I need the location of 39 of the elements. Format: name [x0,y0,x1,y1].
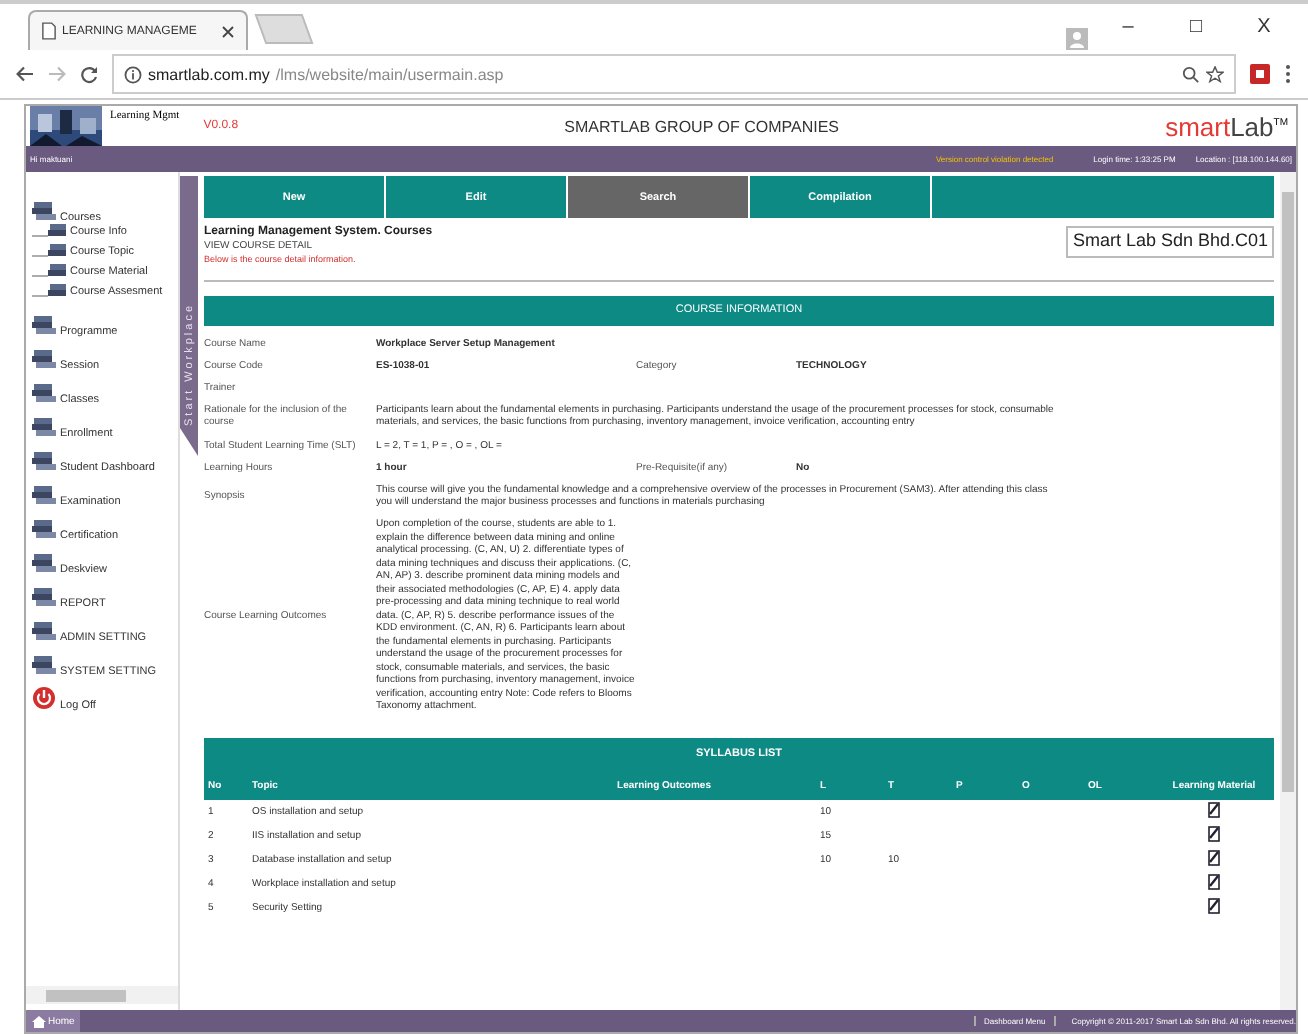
books-icon [32,284,68,300]
books-icon [32,654,56,676]
menu-icon[interactable] [1284,64,1292,84]
close-icon[interactable] [222,25,234,37]
books-icon [32,416,56,438]
power-icon [32,686,56,710]
document-icon[interactable] [1208,897,1220,914]
books-icon [32,382,56,404]
books-icon [32,518,56,540]
window-button[interactable]: X [1236,16,1292,38]
document-icon[interactable] [1208,801,1220,818]
info-icon [124,65,142,83]
books-icon [32,264,68,280]
books-icon [32,620,56,642]
home-icon [32,1015,46,1027]
company-label: Smart Lab Sdn Bhd.C01 [1066,226,1274,258]
company-title: SMARTLAB GROUP OF COMPANIES [564,117,839,135]
books-icon [32,450,56,472]
books-icon [32,552,56,574]
star-icon[interactable] [1206,65,1224,83]
document-icon[interactable] [1208,873,1220,890]
reload-icon[interactable] [80,65,98,83]
window-button[interactable]: – [1100,16,1156,38]
brand-logo: smartLab$^{TM}$ [1165,111,1288,141]
back-icon[interactable] [16,66,34,82]
document-icon[interactable] [1208,825,1220,842]
zoom-icon[interactable] [1182,65,1200,83]
books-icon [32,348,56,370]
page-icon [42,22,56,40]
books-icon [32,244,68,260]
extension-icon[interactable] [1250,64,1270,84]
books-icon [32,484,56,506]
window-button[interactable]: □ [1168,16,1224,38]
books-icon [32,586,56,608]
address-field[interactable]: smartlab.com.my /lms/website/main/usermain.asp [112,54,1236,94]
scrollbar[interactable] [26,986,178,1004]
books-icon [32,314,56,336]
scrollbar[interactable] [1280,172,1296,1010]
document-icon[interactable] [1208,849,1220,866]
